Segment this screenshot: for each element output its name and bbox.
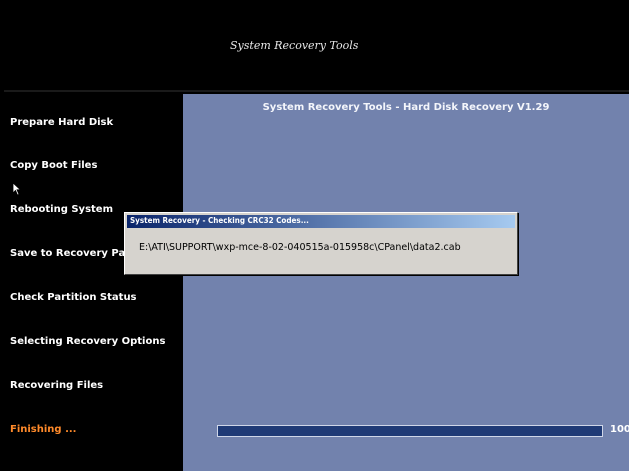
step-rebooting-system: Rebooting System [10,204,114,215]
step-sidebar: Prepare Hard Disk Copy Boot Files Reboot… [4,94,183,471]
step-save-to-recovery-partition: Save to Recovery Par [10,248,131,259]
main-panel: System Recovery Tools - Hard Disk Recove… [183,94,629,471]
step-prepare-hard-disk: Prepare Hard Disk [10,117,114,128]
step-copy-boot-files: Copy Boot Files [10,160,98,171]
progress-percent-label: 100 [610,424,629,435]
progress-bar [217,425,603,437]
mouse-pointer-icon [12,182,22,196]
main-title: System Recovery Tools - Hard Disk Recove… [262,102,550,113]
header-title: System Recovery Tools [230,39,359,52]
current-file-path: E:\ATI\SUPPORT\wxp-mce-8-02-040515a-0159… [139,242,461,253]
dialog-title-bar[interactable]: System Recovery - Checking CRC32 Codes..… [127,215,515,228]
progress-bar-fill [218,426,602,436]
crc-check-dialog: System Recovery - Checking CRC32 Codes..… [124,212,518,275]
step-recovering-files: Recovering Files [10,380,104,391]
dialog-title: System Recovery - Checking CRC32 Codes..… [130,216,309,225]
step-check-partition-status: Check Partition Status [10,292,137,303]
header-banner: System Recovery Tools [4,6,629,92]
step-finishing: Finishing ... [10,424,77,435]
step-selecting-recovery-options: Selecting Recovery Options [10,336,166,347]
